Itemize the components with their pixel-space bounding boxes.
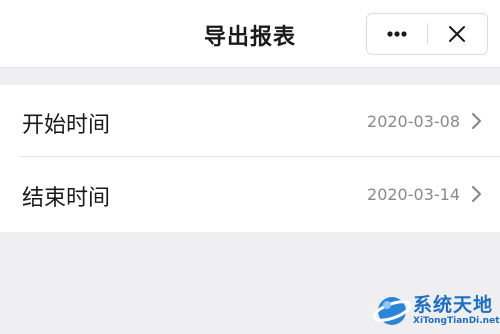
divider <box>20 156 500 157</box>
more-button[interactable] <box>367 14 427 54</box>
list-item-label: 开始时间 <box>22 113 111 138</box>
watermark-logo: 系统天地 XiTongTianDi.net <box>373 290 500 332</box>
watermark-subtext: XiTongTianDi.net <box>413 316 500 326</box>
menu-capsule <box>366 13 488 55</box>
more-dots-icon <box>387 31 407 37</box>
chevron-right-icon <box>471 185 482 203</box>
chevron-right-icon <box>471 112 482 130</box>
list-item-end-time[interactable]: 结束时间 2020-03-14 <box>0 158 500 230</box>
globe-logo-icon <box>373 297 412 325</box>
list-item-value: 2020-03-08 <box>367 112 460 131</box>
navigation-bar: 导出报表 <box>0 0 500 68</box>
list-item-start-time[interactable]: 开始时间 2020-03-08 <box>0 85 500 157</box>
date-range-list: 开始时间 2020-03-08 结束时间 2020-03-14 <box>0 85 500 232</box>
watermark-text: 系统天地 <box>413 294 494 316</box>
list-item-label: 结束时间 <box>22 186 111 211</box>
close-button[interactable] <box>427 14 487 54</box>
close-icon <box>449 26 465 42</box>
list-item-value: 2020-03-14 <box>367 185 460 204</box>
